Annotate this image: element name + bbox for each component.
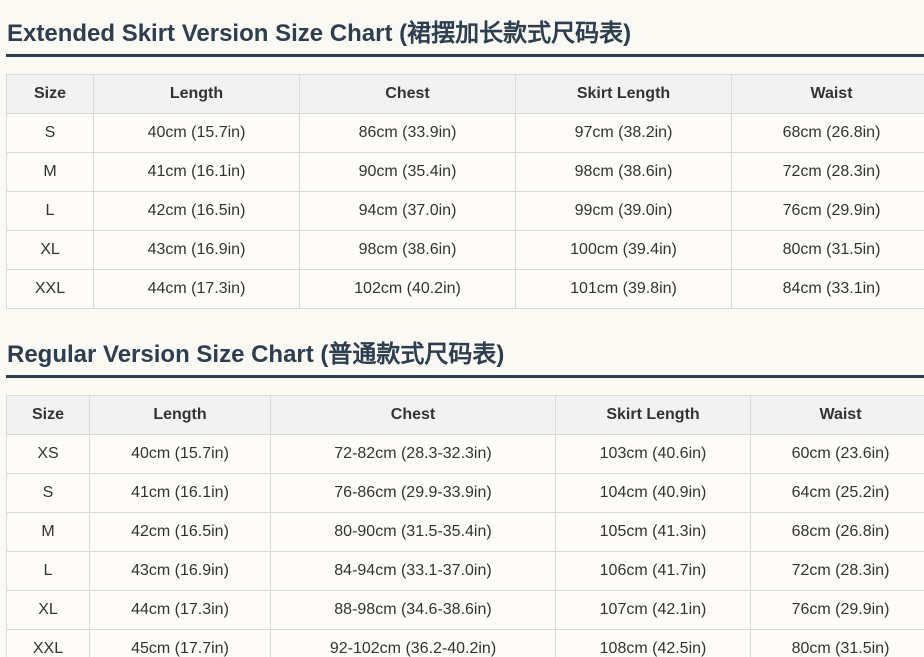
chest-cell: 86cm (33.9in) xyxy=(299,113,516,153)
size-cell: S xyxy=(6,473,90,513)
length-cell: 45cm (17.7in) xyxy=(89,629,271,657)
length-cell: 40cm (15.7in) xyxy=(89,434,271,474)
length-cell: 42cm (16.5in) xyxy=(89,512,271,552)
table-row: L 42cm (16.5in) 94cm (37.0in) 99cm (39.0… xyxy=(6,191,924,231)
size-cell: L xyxy=(6,551,90,591)
length-cell: 40cm (15.7in) xyxy=(93,113,300,153)
table-row: M 42cm (16.5in) 80-90cm (31.5-35.4in) 10… xyxy=(6,512,924,552)
length-cell: 41cm (16.1in) xyxy=(93,152,300,192)
page: Extended Skirt Version Size Chart (裙摆加长款… xyxy=(0,0,924,657)
size-cell: L xyxy=(6,191,94,231)
waist-cell: 76cm (29.9in) xyxy=(731,191,924,231)
chest-cell: 94cm (37.0in) xyxy=(299,191,516,231)
table-row: XS 40cm (15.7in) 72-82cm (28.3-32.3in) 1… xyxy=(6,434,924,474)
chest-cell: 90cm (35.4in) xyxy=(299,152,516,192)
table-row: L 43cm (16.9in) 84-94cm (33.1-37.0in) 10… xyxy=(6,551,924,591)
column-header-chest: Chest xyxy=(270,395,556,435)
waist-cell: 84cm (33.1in) xyxy=(731,269,924,309)
skirt-length-cell: 98cm (38.6in) xyxy=(515,152,732,192)
chest-cell: 80-90cm (31.5-35.4in) xyxy=(270,512,556,552)
column-header-waist: Waist xyxy=(750,395,924,435)
waist-cell: 72cm (28.3in) xyxy=(731,152,924,192)
extended-size-table: Size Length Chest Skirt Length Waist S 4… xyxy=(6,74,924,309)
waist-cell: 64cm (25.2in) xyxy=(750,473,924,513)
skirt-length-cell: 103cm (40.6in) xyxy=(555,434,751,474)
regular-size-chart-section: Regular Version Size Chart (普通款式尺码表) Siz… xyxy=(6,335,924,657)
chest-cell: 92-102cm (36.2-40.2in) xyxy=(270,629,556,657)
length-cell: 44cm (17.3in) xyxy=(93,269,300,309)
table-header-row: Size Length Chest Skirt Length Waist xyxy=(6,395,924,435)
chest-cell: 84-94cm (33.1-37.0in) xyxy=(270,551,556,591)
waist-cell: 80cm (31.5in) xyxy=(750,629,924,657)
table-row: XXL 44cm (17.3in) 102cm (40.2in) 101cm (… xyxy=(6,269,924,309)
column-header-skirt-length: Skirt Length xyxy=(515,74,732,114)
skirt-length-cell: 108cm (42.5in) xyxy=(555,629,751,657)
waist-cell: 68cm (26.8in) xyxy=(731,113,924,153)
chest-cell: 88-98cm (34.6-38.6in) xyxy=(270,590,556,630)
length-cell: 43cm (16.9in) xyxy=(89,551,271,591)
length-cell: 42cm (16.5in) xyxy=(93,191,300,231)
column-header-skirt-length: Skirt Length xyxy=(555,395,751,435)
length-cell: 41cm (16.1in) xyxy=(89,473,271,513)
column-header-waist: Waist xyxy=(731,74,924,114)
regular-size-table: Size Length Chest Skirt Length Waist XS … xyxy=(6,395,924,657)
table-row: XL 44cm (17.3in) 88-98cm (34.6-38.6in) 1… xyxy=(6,590,924,630)
size-cell: S xyxy=(6,113,94,153)
section-title: Extended Skirt Version Size Chart (裙摆加长款… xyxy=(6,14,924,57)
column-header-chest: Chest xyxy=(299,74,516,114)
skirt-length-cell: 97cm (38.2in) xyxy=(515,113,732,153)
size-cell: M xyxy=(6,152,94,192)
chest-cell: 102cm (40.2in) xyxy=(299,269,516,309)
waist-cell: 80cm (31.5in) xyxy=(731,230,924,270)
waist-cell: 60cm (23.6in) xyxy=(750,434,924,474)
size-cell: XL xyxy=(6,230,94,270)
waist-cell: 68cm (26.8in) xyxy=(750,512,924,552)
table-row: M 41cm (16.1in) 90cm (35.4in) 98cm (38.6… xyxy=(6,152,924,192)
size-cell: XXL xyxy=(6,629,90,657)
size-cell: M xyxy=(6,512,90,552)
waist-cell: 72cm (28.3in) xyxy=(750,551,924,591)
waist-cell: 76cm (29.9in) xyxy=(750,590,924,630)
chest-cell: 76-86cm (29.9-33.9in) xyxy=(270,473,556,513)
chest-cell: 72-82cm (28.3-32.3in) xyxy=(270,434,556,474)
section-title: Regular Version Size Chart (普通款式尺码表) xyxy=(6,335,924,378)
length-cell: 43cm (16.9in) xyxy=(93,230,300,270)
extended-size-chart-section: Extended Skirt Version Size Chart (裙摆加长款… xyxy=(6,14,924,309)
skirt-length-cell: 107cm (42.1in) xyxy=(555,590,751,630)
column-header-size: Size xyxy=(6,395,90,435)
size-cell: XXL xyxy=(6,269,94,309)
table-row: XXL 45cm (17.7in) 92-102cm (36.2-40.2in)… xyxy=(6,629,924,657)
length-cell: 44cm (17.3in) xyxy=(89,590,271,630)
column-header-length: Length xyxy=(89,395,271,435)
size-cell: XL xyxy=(6,590,90,630)
skirt-length-cell: 100cm (39.4in) xyxy=(515,230,732,270)
table-row: XL 43cm (16.9in) 98cm (38.6in) 100cm (39… xyxy=(6,230,924,270)
chest-cell: 98cm (38.6in) xyxy=(299,230,516,270)
size-cell: XS xyxy=(6,434,90,474)
skirt-length-cell: 104cm (40.9in) xyxy=(555,473,751,513)
table-header-row: Size Length Chest Skirt Length Waist xyxy=(6,74,924,114)
skirt-length-cell: 99cm (39.0in) xyxy=(515,191,732,231)
table-row: S 40cm (15.7in) 86cm (33.9in) 97cm (38.2… xyxy=(6,113,924,153)
column-header-length: Length xyxy=(93,74,300,114)
skirt-length-cell: 101cm (39.8in) xyxy=(515,269,732,309)
skirt-length-cell: 105cm (41.3in) xyxy=(555,512,751,552)
table-row: S 41cm (16.1in) 76-86cm (29.9-33.9in) 10… xyxy=(6,473,924,513)
column-header-size: Size xyxy=(6,74,94,114)
skirt-length-cell: 106cm (41.7in) xyxy=(555,551,751,591)
